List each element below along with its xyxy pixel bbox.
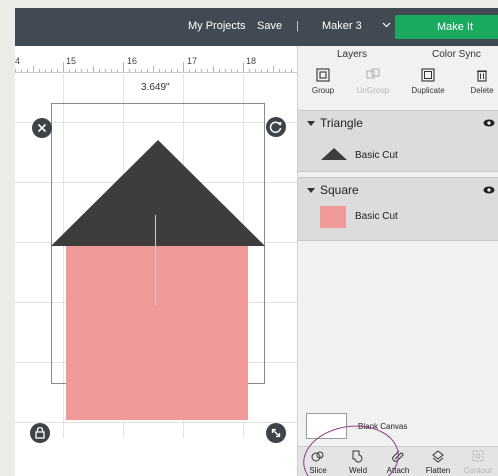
flatten-label: Flatten [425,466,451,475]
layer-group-title: Square [320,183,359,197]
close-icon [37,123,47,133]
delete-label: Delete [470,86,494,95]
layer-list: Triangle Basic Cut Square Basic Cut [298,110,498,410]
eye-icon[interactable] [483,119,495,127]
caret-down-icon[interactable] [307,121,315,126]
rotate-icon [269,121,282,134]
trash-icon [477,70,487,82]
duplicate-button[interactable]: Duplicate [403,66,453,95]
layer-toolbar: Group UnGroup Duplicate Delete [298,66,498,108]
group-icon [316,68,330,82]
house-shape-group[interactable] [15,8,297,476]
ungroup-button[interactable]: UnGroup [348,66,398,95]
panel-tabs: Layers Color Sync [298,46,498,62]
cut-type-label[interactable]: Basic Cut [355,150,398,161]
square-thumbnail [320,206,346,228]
alignment-guide [155,215,156,305]
contour-icon [472,450,484,462]
rotate-handle[interactable] [266,117,286,137]
make-it-button[interactable]: Make It [395,15,498,39]
triangle-thumbnail [321,148,347,160]
ungroup-label: UnGroup [356,86,390,95]
duplicate-label: Duplicate [411,86,445,95]
lock-icon [35,426,45,439]
contour-button[interactable]: Contour [458,447,498,475]
duplicate-icon [421,68,435,82]
flatten-button[interactable]: Flatten [418,447,458,475]
square-shape [66,246,248,420]
layer-group-title: Triangle [320,116,363,130]
layer-group-triangle[interactable]: Triangle Basic Cut [298,110,498,172]
design-space-window: My Projects Save | Maker 3 Make It 4 15 … [15,8,498,476]
layer-group-square[interactable]: Square Basic Cut [298,177,498,241]
resize-icon [271,428,281,438]
chevron-down-icon[interactable] [382,20,391,29]
delete-button[interactable]: Delete [457,66,498,95]
tab-color-sync[interactable]: Color Sync [432,49,481,60]
contour-label: Contour [463,466,493,475]
cut-type-label[interactable]: Basic Cut [355,211,398,222]
delete-handle[interactable] [32,118,52,138]
caret-down-icon[interactable] [307,188,315,193]
machine-selector[interactable]: Maker 3 [322,20,362,32]
lock-handle[interactable] [30,423,50,443]
resize-handle[interactable] [266,423,286,443]
flatten-icon [432,450,444,463]
group-label: Group [311,86,335,95]
eye-icon[interactable] [483,186,495,194]
triangle-shape [51,140,265,246]
layers-panel: Layers Color Sync Group UnGroup Duplicat… [297,46,498,476]
ungroup-icon [366,68,380,79]
group-button[interactable]: Group [298,66,348,95]
tab-layers[interactable]: Layers [337,49,367,60]
